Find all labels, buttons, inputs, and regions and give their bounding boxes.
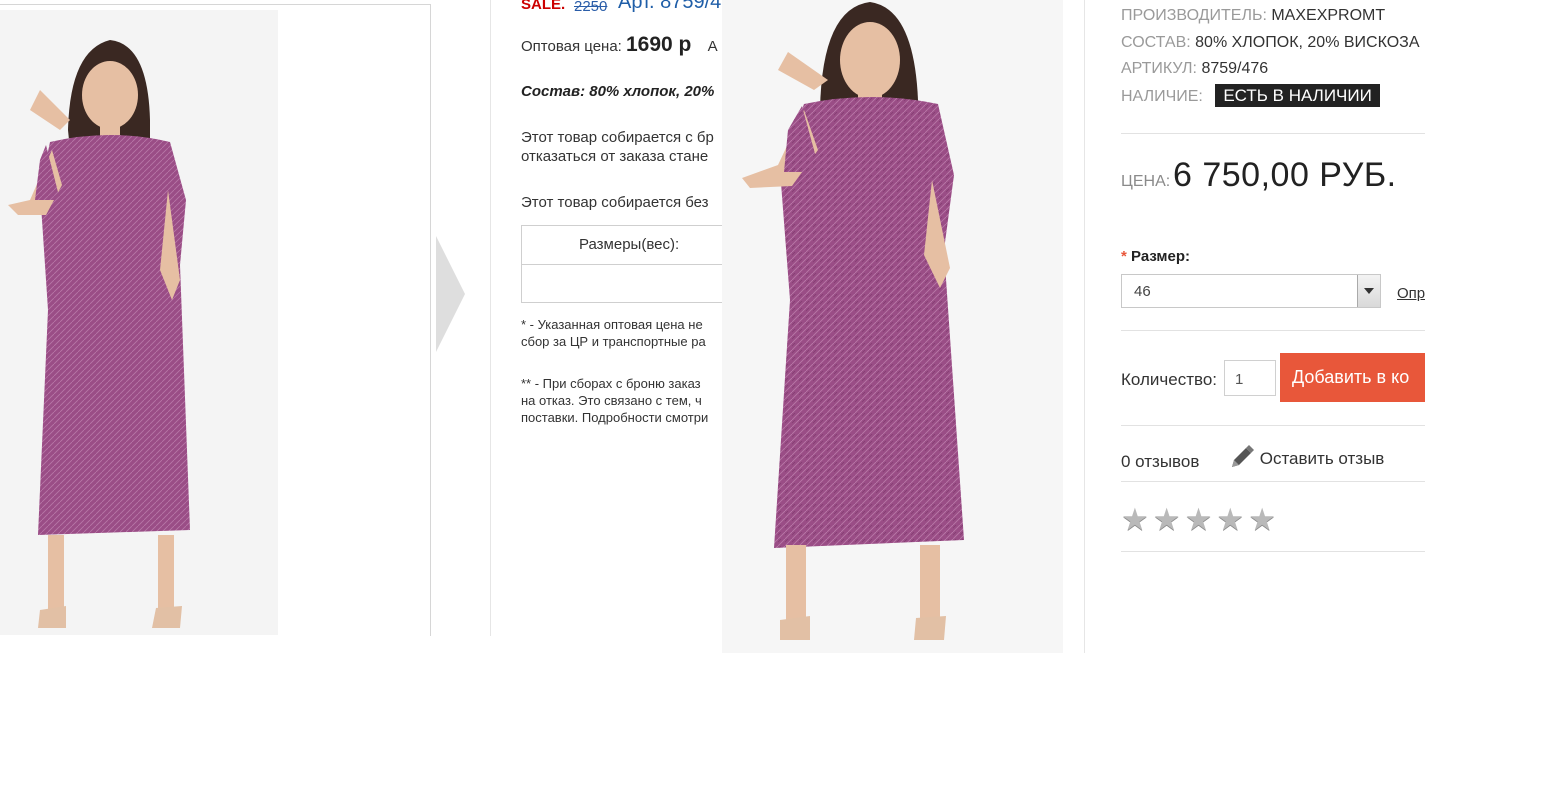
- note-2-line-2: на отказ. Это связано с тем, ч: [521, 393, 702, 408]
- star-icon[interactable]: ★: [1185, 502, 1213, 538]
- no-booking-text: Этот товар собирается без: [521, 194, 709, 211]
- chevron-down-icon[interactable]: [1357, 275, 1380, 307]
- star-icon[interactable]: ★: [1248, 502, 1276, 538]
- wholesale-price-row: Оптовая цена: 1690 р А: [521, 33, 718, 57]
- old-price: 2250: [574, 0, 608, 15]
- note-1-line-2: сбор за ЦР и транспортные ра: [521, 334, 706, 349]
- leave-review-link[interactable]: Оставить отзыв: [1229, 444, 1384, 470]
- article-value: 8759/476: [1201, 60, 1269, 77]
- leave-review-text: Оставить отзыв: [1259, 449, 1385, 468]
- note-1-line-1: * - Указанная оптовая цена не: [521, 317, 703, 332]
- product-photo-main[interactable]: [722, 0, 1063, 653]
- price-value: 6 750,00 РУБ.: [1173, 156, 1397, 194]
- quantity-input[interactable]: 1: [1224, 360, 1276, 396]
- size-select[interactable]: 46: [1121, 274, 1381, 308]
- wholesale-price: 1690 р: [626, 33, 692, 56]
- product-photo-thumb[interactable]: [0, 10, 278, 635]
- article-label: АРТИКУЛ:: [1121, 60, 1197, 77]
- star-icon[interactable]: ★: [1121, 502, 1149, 538]
- next-image-arrow-icon[interactable]: [436, 236, 465, 352]
- note-2-line-1: ** - При сборах с броню заказ: [521, 376, 701, 391]
- wholesale-tail: А: [707, 38, 718, 55]
- size-guide-link[interactable]: Опр: [1397, 285, 1425, 302]
- size-label-text: Размер:: [1131, 248, 1191, 265]
- divider: [1121, 133, 1425, 134]
- size-label: * Размер:: [1121, 248, 1190, 265]
- article-row: АРТИКУЛ: 8759/476: [1121, 60, 1268, 78]
- size-selected-value: 46: [1134, 283, 1151, 300]
- column-divider-right: [1084, 0, 1085, 653]
- composition-row: СОСТАВ: 80% ХЛОПОК, 20% ВИСКОЗА: [1121, 34, 1420, 52]
- divider: [1121, 425, 1425, 426]
- sizes-table: Размеры(вес):: [521, 225, 722, 303]
- availability-badge: ЕСТЬ В НАЛИЧИИ: [1215, 84, 1380, 107]
- divider: [1121, 551, 1425, 552]
- composition-value: 80% ХЛОПОК, 20% ВИСКОЗА: [1195, 34, 1420, 51]
- booking-line-2: отказаться от заказа стане: [521, 148, 709, 165]
- note-2-line-3: поставки. Подробности смотри: [521, 410, 709, 425]
- manufacturer-value[interactable]: MAXEXPROMT: [1271, 7, 1385, 24]
- sizes-header: Размеры(вес):: [522, 226, 722, 265]
- star-icon[interactable]: ★: [1216, 502, 1244, 538]
- product-details-panel: ПРОИЗВОДИТЕЛЬ: MAXEXPROMT СОСТАВ: 80% ХЛ…: [1121, 0, 1425, 560]
- wholesale-info-panel: SALE. 2250 Арт. 8759/4 Оптовая цена: 169…: [491, 0, 722, 640]
- required-mark: *: [1121, 248, 1127, 265]
- price-label: ЦЕНА:: [1121, 173, 1171, 190]
- star-icon[interactable]: ★: [1153, 502, 1181, 538]
- wholesale-label: Оптовая цена:: [521, 38, 622, 55]
- manufacturer-row: ПРОИЗВОДИТЕЛЬ: MAXEXPROMT: [1121, 7, 1385, 25]
- quantity-label: Количество:: [1121, 370, 1218, 389]
- composition-label: СОСТАВ:: [1121, 34, 1191, 51]
- availability-label: НАЛИЧИЕ:: [1121, 88, 1203, 105]
- sale-label: SALE.: [521, 0, 566, 13]
- add-to-cart-button[interactable]: Добавить в ко: [1280, 353, 1425, 402]
- rating-stars[interactable]: ★ ★ ★ ★ ★: [1121, 502, 1280, 538]
- booking-line-1: Этот товар собирается с бр: [521, 129, 714, 146]
- divider: [1121, 330, 1425, 331]
- divider: [1121, 481, 1425, 482]
- pencil-icon: [1229, 444, 1255, 470]
- quantity-value: 1: [1235, 371, 1244, 388]
- reviews-count[interactable]: 0 отзывов: [1121, 452, 1199, 472]
- composition-text: Состав: 80% хлопок, 20%: [521, 83, 715, 100]
- availability-row: НАЛИЧИЕ: ЕСТЬ В НАЛИЧИИ: [1121, 84, 1380, 107]
- manufacturer-label: ПРОИЗВОДИТЕЛЬ:: [1121, 7, 1267, 24]
- article-link[interactable]: Арт. 8759/4: [618, 0, 721, 14]
